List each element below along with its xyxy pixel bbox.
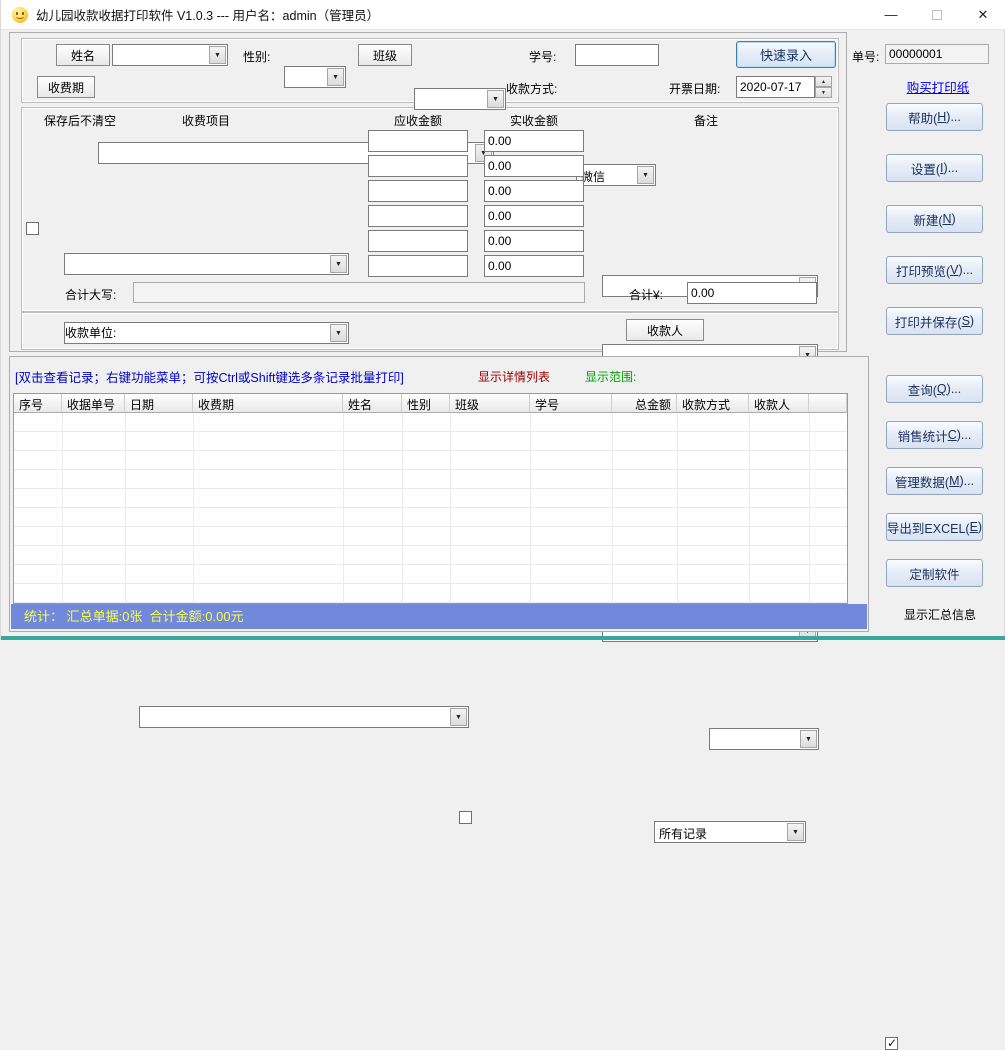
received-amount-input[interactable]: [484, 130, 584, 152]
show-detail-checkbox[interactable]: [459, 811, 472, 824]
window-bottom-border: [1, 636, 1005, 640]
payee-combobox[interactable]: ▼: [709, 728, 819, 750]
chevron-down-icon[interactable]: ▼: [209, 46, 226, 64]
invoice-date-label: 开票日期:: [669, 82, 721, 96]
new-button[interactable]: 新建(N): [886, 205, 983, 233]
due-amount-input[interactable]: [368, 180, 468, 202]
pay-method-combobox-value: 微信: [581, 170, 606, 184]
chevron-down-icon[interactable]: ▼: [800, 730, 817, 748]
chevron-down-icon[interactable]: ▼: [327, 68, 344, 86]
col-name[interactable]: 姓名: [343, 394, 402, 413]
date-spinner[interactable]: ▲ ▼: [815, 76, 832, 98]
col-fee-period[interactable]: 收费期: [193, 394, 343, 413]
keep-after-save-checkbox[interactable]: [26, 222, 39, 235]
pay-method-label: 收款方式:: [506, 82, 558, 96]
col-student-no[interactable]: 学号: [530, 394, 612, 413]
col-date[interactable]: 日期: [125, 394, 193, 413]
window-title: 幼儿园收款收据打印软件 V1.0.3 --- 用户名：admin（管理员）: [36, 9, 380, 23]
col-total[interactable]: 总金额: [612, 394, 677, 413]
pay-method-combobox[interactable]: 微信 ▼: [576, 164, 656, 186]
due-amount-input[interactable]: [368, 230, 468, 252]
col-filler: [809, 394, 847, 413]
col-gender[interactable]: 性别: [402, 394, 450, 413]
col-class[interactable]: 班级: [450, 394, 530, 413]
show-summary-label: 显示汇总信息: [904, 608, 977, 622]
name-button[interactable]: 姓名: [56, 44, 110, 66]
receipt-no-label: 单号:: [852, 50, 880, 64]
column-due-label: 应收金额: [393, 114, 442, 128]
total-input[interactable]: [687, 282, 817, 304]
chevron-down-icon[interactable]: ▼: [330, 255, 347, 273]
chevron-down-icon[interactable]: ▼: [637, 166, 654, 184]
print-preview-button[interactable]: 打印预览(V)...: [886, 256, 983, 284]
gender-label: 性别:: [243, 50, 271, 64]
column-note-label: 备注: [693, 114, 718, 128]
print-save-button[interactable]: 打印并保存(S): [886, 307, 983, 335]
col-pay-method[interactable]: 收款方式: [677, 394, 749, 413]
scope-combobox-value: 所有记录: [659, 827, 708, 841]
invoice-date-input[interactable]: [736, 76, 815, 98]
received-amount-input[interactable]: [484, 255, 584, 277]
total-caps-field: [133, 282, 585, 303]
due-amount-input[interactable]: [368, 255, 468, 277]
records-table: 序号 收据单号 日期 收费期 姓名 性别 班级 学号 总金额 收款方式 收款人: [13, 393, 848, 604]
show-summary-checkbox[interactable]: [885, 1036, 898, 1050]
received-amount-input[interactable]: [484, 230, 584, 252]
records-table-body[interactable]: [14, 413, 847, 603]
sales-stats-button[interactable]: 销售统计 C)...: [886, 421, 983, 449]
chevron-down-icon[interactable]: ▼: [787, 823, 804, 841]
total-caps-label: 合计大写:: [65, 288, 117, 302]
gender-combobox[interactable]: ▼: [284, 66, 346, 88]
received-amount-input[interactable]: [484, 205, 584, 227]
maximize-icon: [932, 9, 942, 20]
settings-button[interactable]: 设置(I)...: [886, 154, 983, 182]
status-bar: 统计： 汇总单据:0张 合计金额:0.00元: [11, 604, 867, 629]
student-no-input[interactable]: [575, 44, 659, 66]
due-amount-input[interactable]: [368, 130, 468, 152]
due-amount-input[interactable]: [368, 155, 468, 177]
received-amount-input[interactable]: [484, 155, 584, 177]
unit-combobox[interactable]: ▼: [139, 706, 469, 728]
maximize-button[interactable]: [914, 0, 960, 30]
spinner-up-icon[interactable]: ▲: [815, 76, 832, 87]
show-detail-label: 显示详情列表: [478, 370, 551, 384]
manage-data-button[interactable]: 管理数据(M)...: [886, 467, 983, 495]
col-payee[interactable]: 收款人: [749, 394, 809, 413]
item-combobox[interactable]: ▼: [64, 253, 349, 275]
unit-label: 收款单位:: [65, 326, 117, 340]
fee-period-button[interactable]: 收费期: [37, 76, 95, 98]
chevron-down-icon[interactable]: ▼: [487, 90, 504, 108]
payee-button[interactable]: 收款人: [626, 319, 704, 341]
export-excel-button[interactable]: 导出到EXCEL(E): [886, 513, 983, 541]
scope-combobox[interactable]: 所有记录 ▼: [654, 821, 806, 843]
received-amount-input[interactable]: [484, 180, 584, 202]
help-button[interactable]: 帮助(H)...: [886, 103, 983, 131]
buy-paper-link[interactable]: 购买打印纸: [886, 77, 990, 96]
title-bar: 幼儿园收款收据打印软件 V1.0.3 --- 用户名：admin（管理员） — …: [1, 0, 1005, 30]
minimize-button[interactable]: —: [868, 0, 914, 30]
column-item-label: 收费项目: [181, 114, 230, 128]
col-receipt-no[interactable]: 收据单号: [62, 394, 125, 413]
total-label: 合计¥:: [629, 288, 664, 302]
due-amount-input[interactable]: [368, 205, 468, 227]
chevron-down-icon[interactable]: ▼: [330, 324, 347, 342]
name-combobox[interactable]: ▼: [112, 44, 228, 66]
col-seq[interactable]: 序号: [14, 394, 62, 413]
keep-after-save-label: 保存后不清空: [44, 114, 117, 128]
custom-software-button[interactable]: 定制软件: [886, 559, 983, 587]
records-table-header: 序号 收据单号 日期 收费期 姓名 性别 班级 学号 总金额 收款方式 收款人: [14, 394, 847, 413]
receipt-no-field: [885, 44, 989, 64]
scope-label: 显示范围:: [585, 370, 637, 384]
student-no-label: 学号:: [529, 50, 557, 64]
column-received-label: 实收金额: [509, 114, 558, 128]
chevron-down-icon[interactable]: ▼: [450, 708, 467, 726]
app-smiley-icon: [12, 6, 28, 23]
class-button[interactable]: 班级: [358, 44, 412, 66]
close-button[interactable]: ✕: [960, 0, 1005, 30]
quick-entry-button[interactable]: 快速录入: [736, 41, 836, 68]
records-hint: [双击查看记录；右键功能菜单；可按Ctrl或Shift键选多条记录批量打印]: [15, 371, 404, 385]
query-button[interactable]: 查询(Q)...: [886, 375, 983, 403]
class-combobox[interactable]: ▼: [414, 88, 506, 110]
spinner-down-icon[interactable]: ▼: [815, 87, 832, 98]
